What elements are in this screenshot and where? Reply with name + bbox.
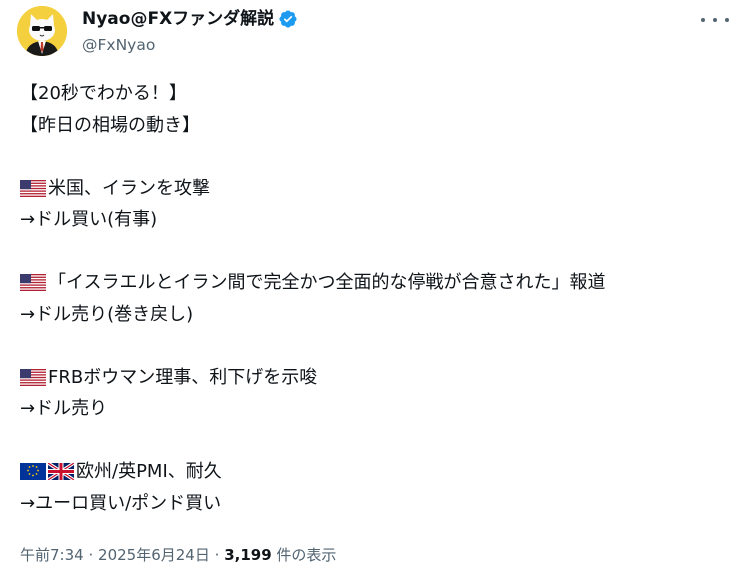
dot (701, 18, 705, 22)
tweet-line: →ユーロ買い/ポンド買い (20, 492, 222, 514)
tweet-line-text: FRBボウマン理事、利下げを示唆 (48, 366, 318, 388)
cat-in-suit-avatar-icon (17, 6, 67, 56)
tweet-line: 欧州/英PMI、耐久 (20, 456, 735, 488)
view-count-label[interactable]: 件の表示 (276, 546, 336, 564)
verified-badge-icon[interactable] (278, 9, 298, 29)
us-flag-icon (20, 274, 46, 292)
display-name[interactable]: Nyao@FXファンダ解説 (82, 8, 274, 30)
author-handle[interactable]: @FxNyao (82, 35, 155, 55)
tweet-line: 「イスラエルとイラン間で完全かつ全面的な停戦が合意された」報道 (20, 267, 735, 299)
tweet-line-text: 米国、イランを攻撃 (48, 177, 210, 199)
tweet-date[interactable]: 2025年6月24日 (98, 546, 210, 564)
more-options-icon[interactable] (701, 12, 729, 28)
tweet-line-text: 「イスラエルとイラン間で完全かつ全面的な停戦が合意された」報道 (48, 272, 606, 293)
us-flag-icon (20, 179, 46, 197)
dot (725, 18, 729, 22)
eu-flag-icon (20, 463, 46, 481)
tweet-line: →ドル買い(有事) (20, 209, 158, 230)
separator: · (88, 546, 94, 564)
tweet-text: 【20秒でわかる！】 【昨日の相場の動き】 米国、イランを攻撃 →ドル買い(有事… (20, 78, 735, 519)
tweet-line: FRBボウマン理事、利下げを示唆 (20, 362, 735, 394)
tweet-line: 【20秒でわかる！】 (20, 83, 187, 104)
dot (713, 18, 717, 22)
separator: · (214, 546, 220, 564)
tweet-meta: 午前7:34 · 2025年6月24日 · 3,199 件の表示 (20, 545, 336, 565)
tweet-line: →ドル売り (20, 398, 108, 419)
view-count[interactable]: 3,199 (224, 546, 271, 564)
tweet-time[interactable]: 午前7:34 (20, 546, 84, 564)
tweet-line: 【昨日の相場の動き】 (20, 114, 200, 136)
author-name[interactable]: Nyao@FXファンダ解説 (82, 8, 298, 30)
us-flag-icon (20, 368, 46, 386)
uk-flag-icon (48, 463, 74, 481)
tweet-line: 米国、イランを攻撃 (20, 173, 735, 205)
avatar[interactable] (17, 6, 67, 56)
tweet-line-text: 欧州/英PMI、耐久 (76, 461, 222, 482)
tweet-line: →ドル売り(巻き戻し) (20, 303, 194, 325)
